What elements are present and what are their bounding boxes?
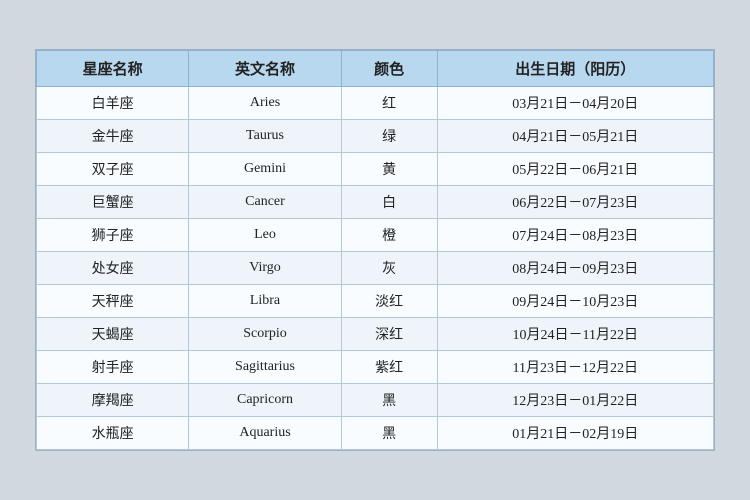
- cell-r0-c3: 03月21日－04月20日: [437, 87, 713, 120]
- cell-r2-c2: 黄: [341, 153, 437, 186]
- table-row: 巨蟹座Cancer白06月22日－07月23日: [37, 186, 714, 219]
- cell-r8-c3: 11月23日－12月22日: [437, 351, 713, 384]
- table-row: 白羊座Aries红03月21日－04月20日: [37, 87, 714, 120]
- zodiac-table-container: 星座名称英文名称颜色出生日期（阳历） 白羊座Aries红03月21日－04月20…: [35, 49, 715, 451]
- cell-r4-c1: Leo: [189, 219, 341, 252]
- table-row: 狮子座Leo橙07月24日－08月23日: [37, 219, 714, 252]
- table-row: 射手座Sagittarius紫红11月23日－12月22日: [37, 351, 714, 384]
- table-header-row: 星座名称英文名称颜色出生日期（阳历）: [37, 51, 714, 87]
- cell-r8-c1: Sagittarius: [189, 351, 341, 384]
- cell-r5-c3: 08月24日－09月23日: [437, 252, 713, 285]
- table-body: 白羊座Aries红03月21日－04月20日金牛座Taurus绿04月21日－0…: [37, 87, 714, 450]
- table-row: 天秤座Libra淡红09月24日－10月23日: [37, 285, 714, 318]
- cell-r6-c0: 天秤座: [37, 285, 189, 318]
- cell-r4-c2: 橙: [341, 219, 437, 252]
- cell-r9-c1: Capricorn: [189, 384, 341, 417]
- cell-r3-c2: 白: [341, 186, 437, 219]
- cell-r4-c0: 狮子座: [37, 219, 189, 252]
- cell-r10-c3: 01月21日－02月19日: [437, 417, 713, 450]
- table-row: 水瓶座Aquarius黑01月21日－02月19日: [37, 417, 714, 450]
- cell-r7-c1: Scorpio: [189, 318, 341, 351]
- column-header-2: 颜色: [341, 51, 437, 87]
- cell-r2-c0: 双子座: [37, 153, 189, 186]
- table-row: 天蝎座Scorpio深红10月24日－11月22日: [37, 318, 714, 351]
- cell-r6-c2: 淡红: [341, 285, 437, 318]
- cell-r9-c2: 黑: [341, 384, 437, 417]
- cell-r0-c1: Aries: [189, 87, 341, 120]
- cell-r1-c3: 04月21日－05月21日: [437, 120, 713, 153]
- column-header-1: 英文名称: [189, 51, 341, 87]
- cell-r6-c1: Libra: [189, 285, 341, 318]
- cell-r7-c0: 天蝎座: [37, 318, 189, 351]
- cell-r9-c0: 摩羯座: [37, 384, 189, 417]
- cell-r1-c2: 绿: [341, 120, 437, 153]
- cell-r8-c0: 射手座: [37, 351, 189, 384]
- cell-r5-c2: 灰: [341, 252, 437, 285]
- cell-r0-c2: 红: [341, 87, 437, 120]
- cell-r7-c3: 10月24日－11月22日: [437, 318, 713, 351]
- cell-r1-c0: 金牛座: [37, 120, 189, 153]
- table-row: 处女座Virgo灰08月24日－09月23日: [37, 252, 714, 285]
- table-row: 双子座Gemini黄05月22日－06月21日: [37, 153, 714, 186]
- cell-r2-c1: Gemini: [189, 153, 341, 186]
- cell-r8-c2: 紫红: [341, 351, 437, 384]
- cell-r10-c2: 黑: [341, 417, 437, 450]
- cell-r5-c0: 处女座: [37, 252, 189, 285]
- cell-r6-c3: 09月24日－10月23日: [437, 285, 713, 318]
- cell-r1-c1: Taurus: [189, 120, 341, 153]
- cell-r4-c3: 07月24日－08月23日: [437, 219, 713, 252]
- table-row: 摩羯座Capricorn黑12月23日－01月22日: [37, 384, 714, 417]
- cell-r0-c0: 白羊座: [37, 87, 189, 120]
- cell-r9-c3: 12月23日－01月22日: [437, 384, 713, 417]
- cell-r3-c3: 06月22日－07月23日: [437, 186, 713, 219]
- cell-r7-c2: 深红: [341, 318, 437, 351]
- cell-r3-c0: 巨蟹座: [37, 186, 189, 219]
- cell-r10-c0: 水瓶座: [37, 417, 189, 450]
- cell-r10-c1: Aquarius: [189, 417, 341, 450]
- cell-r5-c1: Virgo: [189, 252, 341, 285]
- cell-r2-c3: 05月22日－06月21日: [437, 153, 713, 186]
- cell-r3-c1: Cancer: [189, 186, 341, 219]
- table-row: 金牛座Taurus绿04月21日－05月21日: [37, 120, 714, 153]
- column-header-3: 出生日期（阳历）: [437, 51, 713, 87]
- zodiac-table: 星座名称英文名称颜色出生日期（阳历） 白羊座Aries红03月21日－04月20…: [36, 50, 714, 450]
- column-header-0: 星座名称: [37, 51, 189, 87]
